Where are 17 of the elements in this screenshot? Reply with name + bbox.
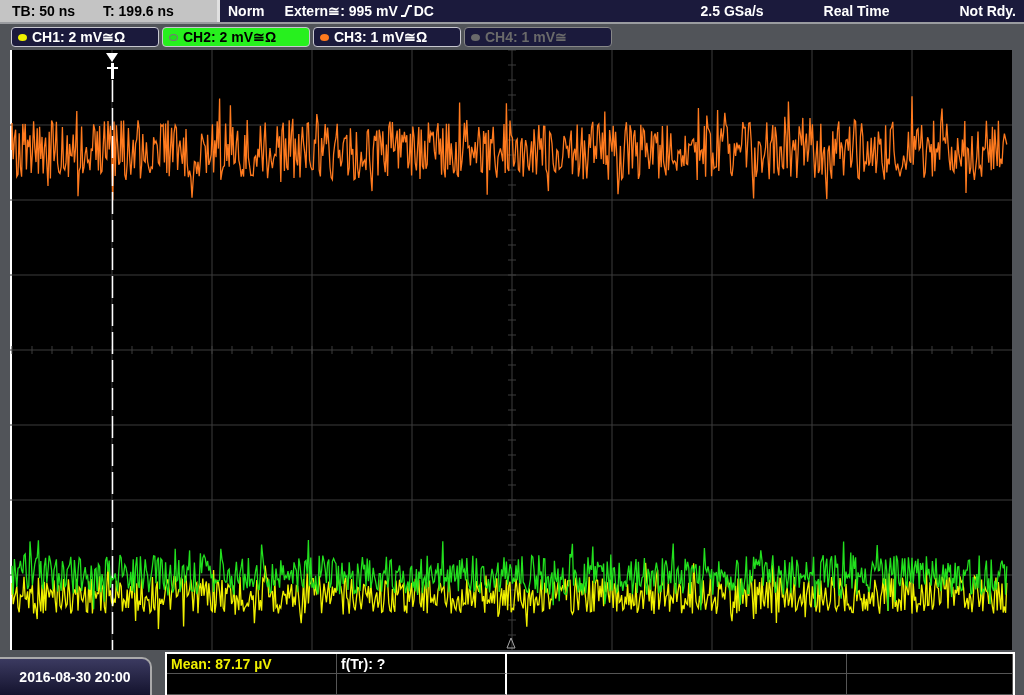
channel-tab[interactable]: CH1: 2 mV≅Ω [11, 27, 159, 47]
measurement-cell: f(Tr): ? [337, 654, 507, 674]
trigger-time-label: T: 199.6 ns [103, 3, 174, 19]
channel-tab[interactable]: CH2: 2 mV≅Ω [162, 27, 310, 47]
rising-slope-icon [399, 4, 412, 18]
timebase-panel[interactable]: TB: 50 ns T: 199.6 ns [0, 0, 220, 22]
trigger-mode-label: Norm [228, 3, 265, 19]
trigger-position-icon [506, 637, 516, 649]
trigger-coupling-label: DC [413, 3, 434, 19]
timebase-label: TB: 50 ns [12, 3, 75, 19]
sample-rate-label: 2.5 GSa/s [700, 3, 764, 19]
state-label: Not Rdy. [959, 3, 1016, 19]
trigger-source-label: Extern≅: 995 mV [284, 3, 398, 19]
date-time-label: 2016-08-30 20:00 [0, 657, 152, 695]
channel-tab[interactable]: CH3: 1 mV≅Ω [313, 27, 461, 47]
acquisition-label: Real Time [823, 3, 890, 19]
measurement-cell: Mean: 87.17 µV [167, 654, 337, 674]
